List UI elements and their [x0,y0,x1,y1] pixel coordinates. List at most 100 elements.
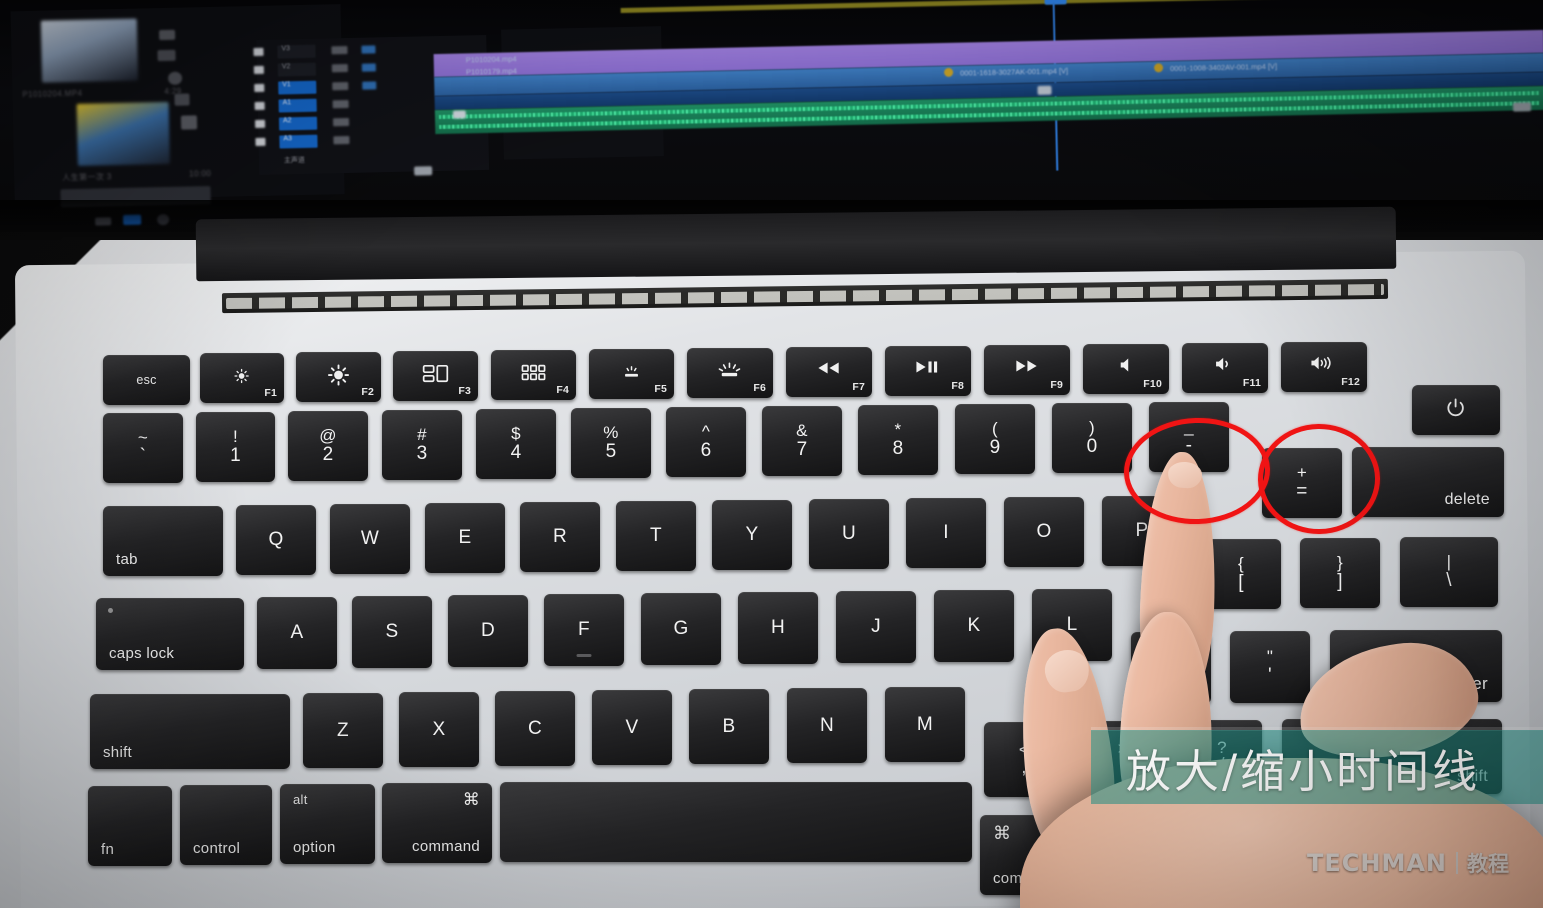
key-f7[interactable]: F7 [786,347,872,397]
key-j[interactable]: J [836,591,916,663]
key-tab[interactable]: tab [103,506,223,576]
key-r[interactable]: R [520,502,600,572]
key-label-shifted: % [603,423,619,443]
launchpad-icon [521,364,545,382]
key-a[interactable]: A [257,597,337,669]
key-label: command [412,838,480,855]
key-f1[interactable]: F1 [200,353,284,403]
key-label: C [527,717,543,739]
key-command-left[interactable]: ⌘ command [382,783,492,863]
key-control[interactable]: control [180,785,272,865]
screenshot-root: P1010204.MP4 4:29 人生第一次 3 10:00 V3 V2 V1… [0,0,1543,908]
fast-forward-icon [1015,359,1039,373]
key-d[interactable]: D [448,595,528,667]
key-label-alt: alt [293,792,308,807]
key-label: \ [1446,569,1452,591]
brightness-down-icon [232,366,252,386]
key-label: 1 [230,444,241,466]
key-label-shifted: ) [1089,418,1095,438]
key-f5[interactable]: F5 [589,349,674,399]
key-m[interactable]: M [885,687,965,762]
key-7[interactable]: & 7 [762,406,842,476]
key-h[interactable]: H [738,592,818,664]
key-label: ] [1337,570,1343,592]
key-y[interactable]: Y [712,500,792,570]
keyboard-light-down-icon [619,363,643,381]
key-c[interactable]: C [495,691,575,766]
watermark: TECHMAN 教程 [1307,848,1509,878]
key-fn[interactable]: fn [88,786,172,866]
key-label: R [552,526,568,547]
key-fn-label: F1 [264,387,277,399]
key-space[interactable] [500,782,972,862]
key-f3[interactable]: F3 [393,351,478,401]
key-bracket-right[interactable]: } ] [1300,538,1380,608]
key-label: option [293,839,336,856]
key-label: shift [103,744,133,761]
key-label: [ [1238,571,1244,593]
key-i[interactable]: I [906,498,986,568]
key-label: J [871,616,881,637]
key-caps-lock[interactable]: caps lock [96,598,244,670]
key-o[interactable]: O [1004,497,1084,567]
key-f8[interactable]: F8 [885,346,971,396]
key-f9[interactable]: F9 [984,345,1070,395]
watermark-suffix: 教程 [1467,852,1509,876]
key-v[interactable]: V [592,690,672,765]
key-4[interactable]: $ 4 [476,409,556,479]
key-6[interactable]: ^ 6 [666,407,746,477]
watermark-separator [1456,852,1458,874]
key-3[interactable]: # 3 [382,410,462,480]
key-shift-left[interactable]: shift [90,694,290,769]
key-label-shifted: ~ [137,428,149,448]
key-label-shifted: " [1266,647,1274,667]
key-w[interactable]: W [330,504,410,574]
key-0[interactable]: ) 0 [1052,403,1132,473]
key-f2[interactable]: F2 [296,352,381,402]
key-q[interactable]: Q [236,505,316,575]
key-fn-label: F8 [951,380,964,392]
key-z[interactable]: Z [303,693,383,768]
key-quote[interactable]: " ' [1230,631,1310,703]
key-label: 5 [605,440,617,462]
key-power[interactable] [1412,385,1500,435]
key-u[interactable]: U [809,499,889,569]
key-f10[interactable]: F10 [1083,344,1169,394]
key-label: 7 [796,438,808,460]
key-k[interactable]: K [934,590,1014,662]
key-label-shifted: * [894,420,902,440]
key-b[interactable]: B [689,689,769,764]
key-f11[interactable]: F11 [1182,343,1268,393]
key-fn-label: F5 [654,383,667,395]
key-label: Z [337,719,349,741]
key-label-shifted: @ [319,426,337,446]
key-option[interactable]: alt option [280,784,375,864]
key-s[interactable]: S [352,596,432,668]
key-f6[interactable]: F6 [687,348,773,398]
key-label-shifted: ^ [701,422,711,442]
key-backtick-tilde[interactable]: ~ ` [103,413,183,483]
key-f12[interactable]: F12 [1281,342,1367,392]
key-f4[interactable]: F4 [491,350,576,400]
key-label: ' [1268,664,1272,686]
key-g[interactable]: G [641,593,721,665]
key-esc[interactable]: esc [103,355,190,405]
key-f[interactable]: F [544,594,624,666]
key-e[interactable]: E [425,503,505,573]
key-backslash[interactable]: | \ [1400,537,1498,607]
key-fn-label: F12 [1341,376,1360,388]
brightness-up-icon [326,363,351,388]
key-1[interactable]: ! 1 [196,412,275,482]
key-x[interactable]: X [399,692,479,767]
key-8[interactable]: * 8 [858,405,938,475]
key-label: delete [1444,491,1490,508]
key-2[interactable]: @ 2 [288,411,368,481]
key-fn-label: F3 [458,385,471,397]
key-9[interactable]: ( 9 [955,404,1035,474]
key-fn-label: F2 [361,386,374,398]
key-n[interactable]: N [787,688,867,763]
key-fn-label: F7 [852,381,865,393]
keyboard-light-up-icon [716,361,743,381]
key-5[interactable]: % 5 [571,408,651,478]
key-t[interactable]: T [616,501,696,571]
